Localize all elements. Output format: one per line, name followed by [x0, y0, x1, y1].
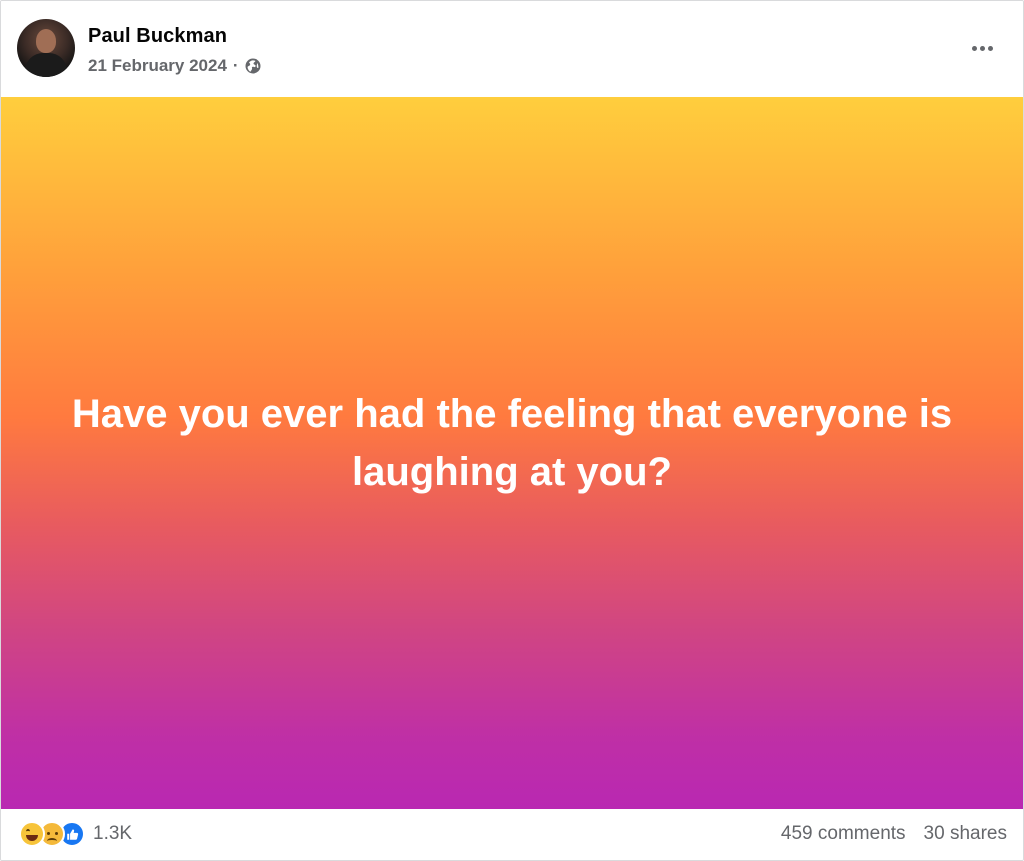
avatar[interactable] [17, 19, 75, 77]
avatar-head [36, 29, 56, 53]
post-text: Have you ever had the feeling that every… [71, 392, 953, 494]
avatar-body [25, 53, 67, 77]
shares-count[interactable]: 30 shares [924, 823, 1007, 845]
comments-count[interactable]: 459 comments [781, 823, 906, 845]
reaction-count: 1.3K [93, 823, 133, 844]
reactions-summary[interactable]: 1.3K [19, 821, 132, 847]
author-name[interactable]: Paul Buckman [88, 25, 227, 48]
post-text-background[interactable]: Have you ever had the feeling that every… [1, 97, 1023, 809]
haha-icon [19, 821, 45, 847]
post-header: Paul Buckman 21 February 2024 · [1, 1, 1023, 97]
post-card: Paul Buckman 21 February 2024 · Have you… [0, 0, 1024, 861]
more-options-icon [971, 45, 993, 51]
globe-icon[interactable] [245, 58, 261, 74]
post-date[interactable]: 21 February 2024 [88, 56, 227, 76]
post-stats: 459 comments 30 shares [781, 823, 1007, 845]
post-footer: 1.3K 459 comments 30 shares [1, 809, 1023, 860]
post-meta: 21 February 2024 · [88, 56, 261, 76]
meta-separator: · [232, 56, 239, 75]
more-options-button[interactable] [965, 31, 999, 65]
